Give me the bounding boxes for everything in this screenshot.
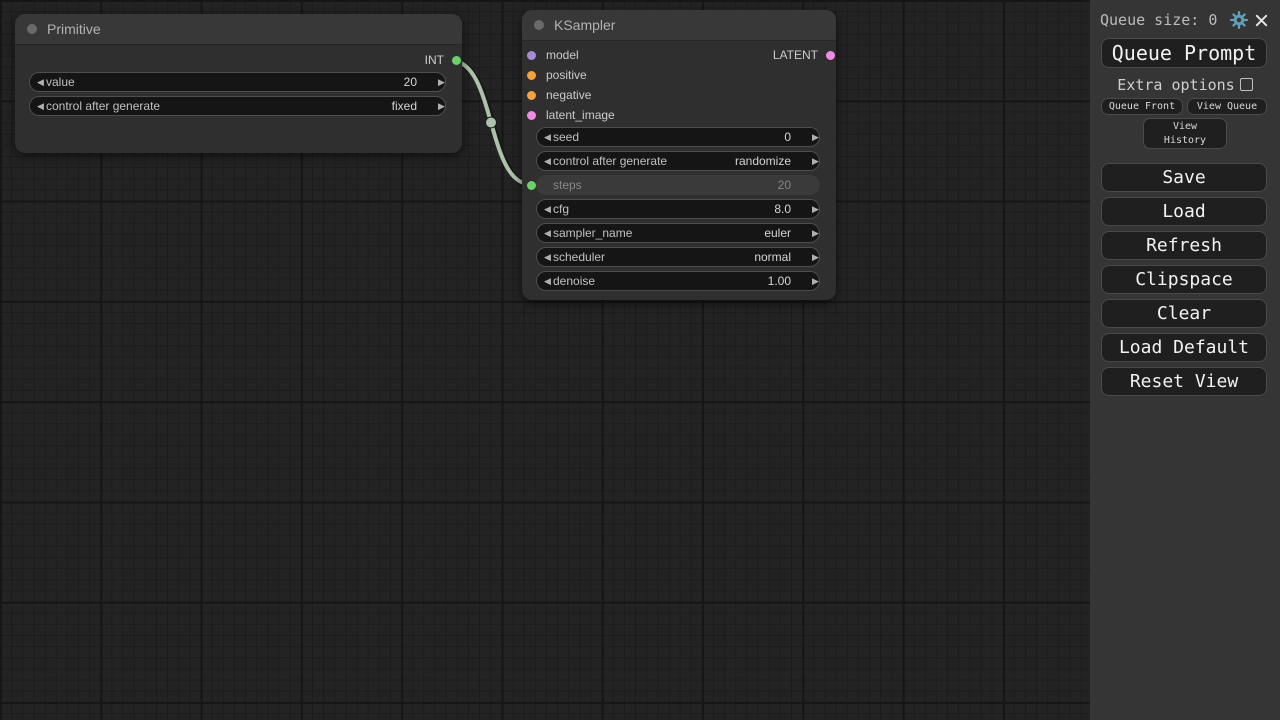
menu-sidebar: Queue size: 0 Queue Prompt Extra optio — [1090, 0, 1280, 720]
widget-label: control after generate — [46, 99, 392, 113]
node-title: Primitive — [47, 21, 101, 37]
input-dot-steps[interactable] — [527, 181, 536, 190]
extra-options-checkbox[interactable] — [1240, 78, 1253, 91]
decrement-arrow-icon[interactable]: ◀ — [537, 151, 551, 171]
output-slot-latent[interactable]: LATENT — [773, 48, 835, 62]
widget-value-text: 20 — [404, 75, 417, 89]
save-button[interactable]: Save — [1101, 163, 1267, 192]
node-status-dot — [534, 20, 544, 30]
input-dot-model[interactable] — [527, 51, 536, 60]
increment-arrow-icon[interactable]: ▶ — [805, 127, 819, 147]
widget-steps: ◀ steps 20 ▶ — [536, 175, 820, 195]
increment-arrow-icon[interactable]: ▶ — [805, 271, 819, 291]
widget-value-text: normal — [754, 250, 791, 264]
widget-scheduler[interactable]: ◀ scheduler normal ▶ — [536, 247, 820, 267]
close-icon[interactable] — [1250, 9, 1272, 31]
view-queue-button[interactable]: View Queue — [1187, 98, 1267, 115]
extra-options-label: Extra options — [1117, 76, 1234, 94]
widget-label: denoise — [553, 274, 768, 288]
queue-size-label: Queue size: — [1100, 11, 1199, 29]
decrement-arrow-icon[interactable]: ◀ — [30, 96, 44, 116]
widget-sampler-name[interactable]: ◀ sampler_name euler ▶ — [536, 223, 820, 243]
queue-size-row: Queue size: 0 — [1100, 8, 1272, 32]
widget-value[interactable]: ◀ value 20 ▶ — [29, 72, 446, 92]
node-ksampler-titlebar[interactable]: KSampler — [522, 10, 836, 41]
widget-value-text: euler — [764, 226, 791, 240]
settings-gear-icon[interactable] — [1228, 9, 1250, 31]
widget-value-text: fixed — [392, 99, 417, 113]
input-dot-positive[interactable] — [527, 71, 536, 80]
input-slot-positive[interactable]: positive — [527, 68, 587, 82]
increment-arrow-icon[interactable]: ▶ — [431, 96, 445, 116]
widget-label: seed — [553, 130, 784, 144]
output-slot-int[interactable]: INT — [425, 53, 461, 67]
widget-label: scheduler — [553, 250, 754, 264]
decrement-arrow-icon[interactable]: ◀ — [537, 271, 551, 291]
queue-size-value: 0 — [1208, 11, 1217, 29]
input-slot-negative[interactable]: negative — [527, 88, 591, 102]
input-dot-latent-image[interactable] — [527, 111, 536, 120]
queue-prompt-button[interactable]: Queue Prompt — [1101, 38, 1267, 68]
load-default-button[interactable]: Load Default — [1101, 333, 1267, 362]
output-label: INT — [425, 53, 444, 67]
widget-label: control after generate — [553, 154, 735, 168]
graph-canvas[interactable]: Primitive INT ◀ value 20 ▶ ◀ control aft… — [0, 0, 1280, 720]
queue-front-button[interactable]: Queue Front — [1101, 98, 1183, 115]
node-title: KSampler — [554, 17, 615, 33]
widget-cfg[interactable]: ◀ cfg 8.0 ▶ — [536, 199, 820, 219]
view-history-button[interactable]: View History — [1143, 118, 1227, 149]
extra-options-row: Extra options — [1090, 76, 1280, 93]
widget-label: sampler_name — [553, 226, 764, 240]
input-slot-latent-image[interactable]: latent_image — [527, 108, 615, 122]
input-label: positive — [546, 68, 587, 82]
refresh-button[interactable]: Refresh — [1101, 231, 1267, 260]
widget-value-text: 20 — [778, 178, 791, 192]
increment-arrow-icon[interactable]: ▶ — [805, 151, 819, 171]
widget-value-text: 8.0 — [774, 202, 791, 216]
widget-label: cfg — [553, 202, 774, 216]
decrement-arrow-icon[interactable]: ◀ — [30, 72, 44, 92]
clear-button[interactable]: Clear — [1101, 299, 1267, 328]
reset-view-button[interactable]: Reset View — [1101, 367, 1267, 396]
input-dot-negative[interactable] — [527, 91, 536, 100]
node-primitive-titlebar[interactable]: Primitive — [15, 14, 462, 45]
node-primitive[interactable]: Primitive INT ◀ value 20 ▶ ◀ control aft… — [15, 14, 462, 153]
increment-arrow-icon[interactable]: ▶ — [805, 223, 819, 243]
widget-denoise[interactable]: ◀ denoise 1.00 ▶ — [536, 271, 820, 291]
widget-label: value — [46, 75, 404, 89]
increment-arrow-icon[interactable]: ▶ — [431, 72, 445, 92]
load-button[interactable]: Load — [1101, 197, 1267, 226]
decrement-arrow-icon[interactable]: ◀ — [537, 247, 551, 267]
widget-value-text: 0 — [784, 130, 791, 144]
output-dot-int[interactable] — [452, 56, 461, 65]
link-midpoint-dot — [486, 117, 497, 128]
widget-value-text: randomize — [735, 154, 791, 168]
increment-arrow-icon[interactable]: ▶ — [805, 199, 819, 219]
widget-value-text: 1.00 — [768, 274, 791, 288]
output-dot-latent[interactable] — [826, 51, 835, 60]
decrement-arrow-icon[interactable]: ◀ — [537, 127, 551, 147]
decrement-arrow-icon[interactable]: ◀ — [537, 199, 551, 219]
widget-control-after-generate[interactable]: ◀ control after generate fixed ▶ — [29, 96, 446, 116]
widget-seed[interactable]: ◀ seed 0 ▶ — [536, 127, 820, 147]
clipspace-button[interactable]: Clipspace — [1101, 265, 1267, 294]
increment-arrow-icon[interactable]: ▶ — [805, 247, 819, 267]
widget-control-after-generate[interactable]: ◀ control after generate randomize ▶ — [536, 151, 820, 171]
output-label: LATENT — [773, 48, 818, 62]
input-label: latent_image — [546, 108, 615, 122]
input-label: negative — [546, 88, 591, 102]
node-status-dot — [27, 24, 37, 34]
decrement-arrow-icon[interactable]: ◀ — [537, 223, 551, 243]
input-slot-model[interactable]: model — [527, 48, 579, 62]
input-label: model — [546, 48, 579, 62]
widget-label: steps — [553, 178, 778, 192]
node-ksampler[interactable]: KSampler model positive negative latent_… — [522, 10, 836, 300]
